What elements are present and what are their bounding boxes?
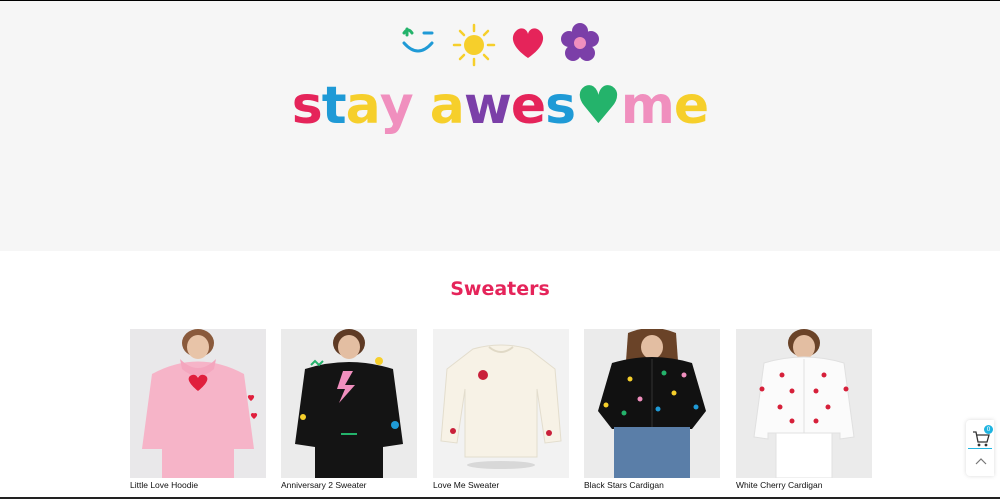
product-card[interactable]: Black Stars Cardigan: [584, 329, 720, 494]
product-image[interactable]: [433, 329, 569, 478]
product-image[interactable]: [584, 329, 720, 478]
cart-count-badge: 0: [984, 425, 993, 434]
brand-logo-letter: a: [345, 76, 381, 136]
product-name[interactable]: Black Stars Cardigan: [584, 480, 734, 490]
product-image[interactable]: [130, 329, 266, 478]
section-title: Sweaters: [450, 278, 550, 300]
product-grid: Little Love Hoodie Anniversary 2 Sweater: [130, 329, 872, 494]
hero-banner: stay awes♥me: [0, 1, 1000, 251]
flower-icon: [561, 23, 599, 61]
brand-logo-letter: e: [510, 76, 546, 136]
brand-logo-letter: m: [620, 76, 675, 136]
product-card[interactable]: White Cherry Cardigan: [736, 329, 872, 494]
brand-logo-letter: [413, 71, 430, 141]
brand-logo-letter: w: [463, 76, 512, 136]
brand-logo-letter: a: [429, 76, 465, 136]
hero-icon-row: [398, 23, 608, 67]
product-image[interactable]: [281, 329, 417, 478]
product-name[interactable]: Anniversary 2 Sweater: [281, 480, 431, 490]
brand-logo-stay-awesome: stay awes♥me: [0, 71, 1000, 141]
smiley-wink-icon: [402, 27, 434, 53]
heart-icon: [512, 28, 544, 58]
product-name[interactable]: Love Me Sweater: [433, 480, 583, 490]
product-card[interactable]: Little Love Hoodie: [130, 329, 266, 494]
sun-icon: [452, 23, 496, 67]
product-card[interactable]: Anniversary 2 Sweater: [281, 329, 417, 494]
product-name[interactable]: Little Love Hoodie: [130, 480, 280, 490]
brand-logo-letter: e: [673, 76, 709, 136]
chevron-up-icon: [975, 458, 987, 465]
product-card[interactable]: Love Me Sweater: [433, 329, 569, 494]
divider: [968, 448, 992, 449]
product-image[interactable]: [736, 329, 872, 478]
brand-logo-letter: s: [291, 76, 323, 136]
brand-logo-letter: y: [379, 76, 414, 136]
brand-logo-letter: t: [321, 76, 347, 136]
back-to-top-button[interactable]: [970, 452, 992, 472]
floating-cart-widget: 0: [966, 420, 994, 476]
product-name[interactable]: White Cherry Cardigan: [736, 480, 886, 490]
brand-logo-letter: s: [545, 76, 576, 136]
brand-logo-letter: ♥: [575, 76, 622, 136]
cart-button[interactable]: 0: [970, 425, 993, 448]
